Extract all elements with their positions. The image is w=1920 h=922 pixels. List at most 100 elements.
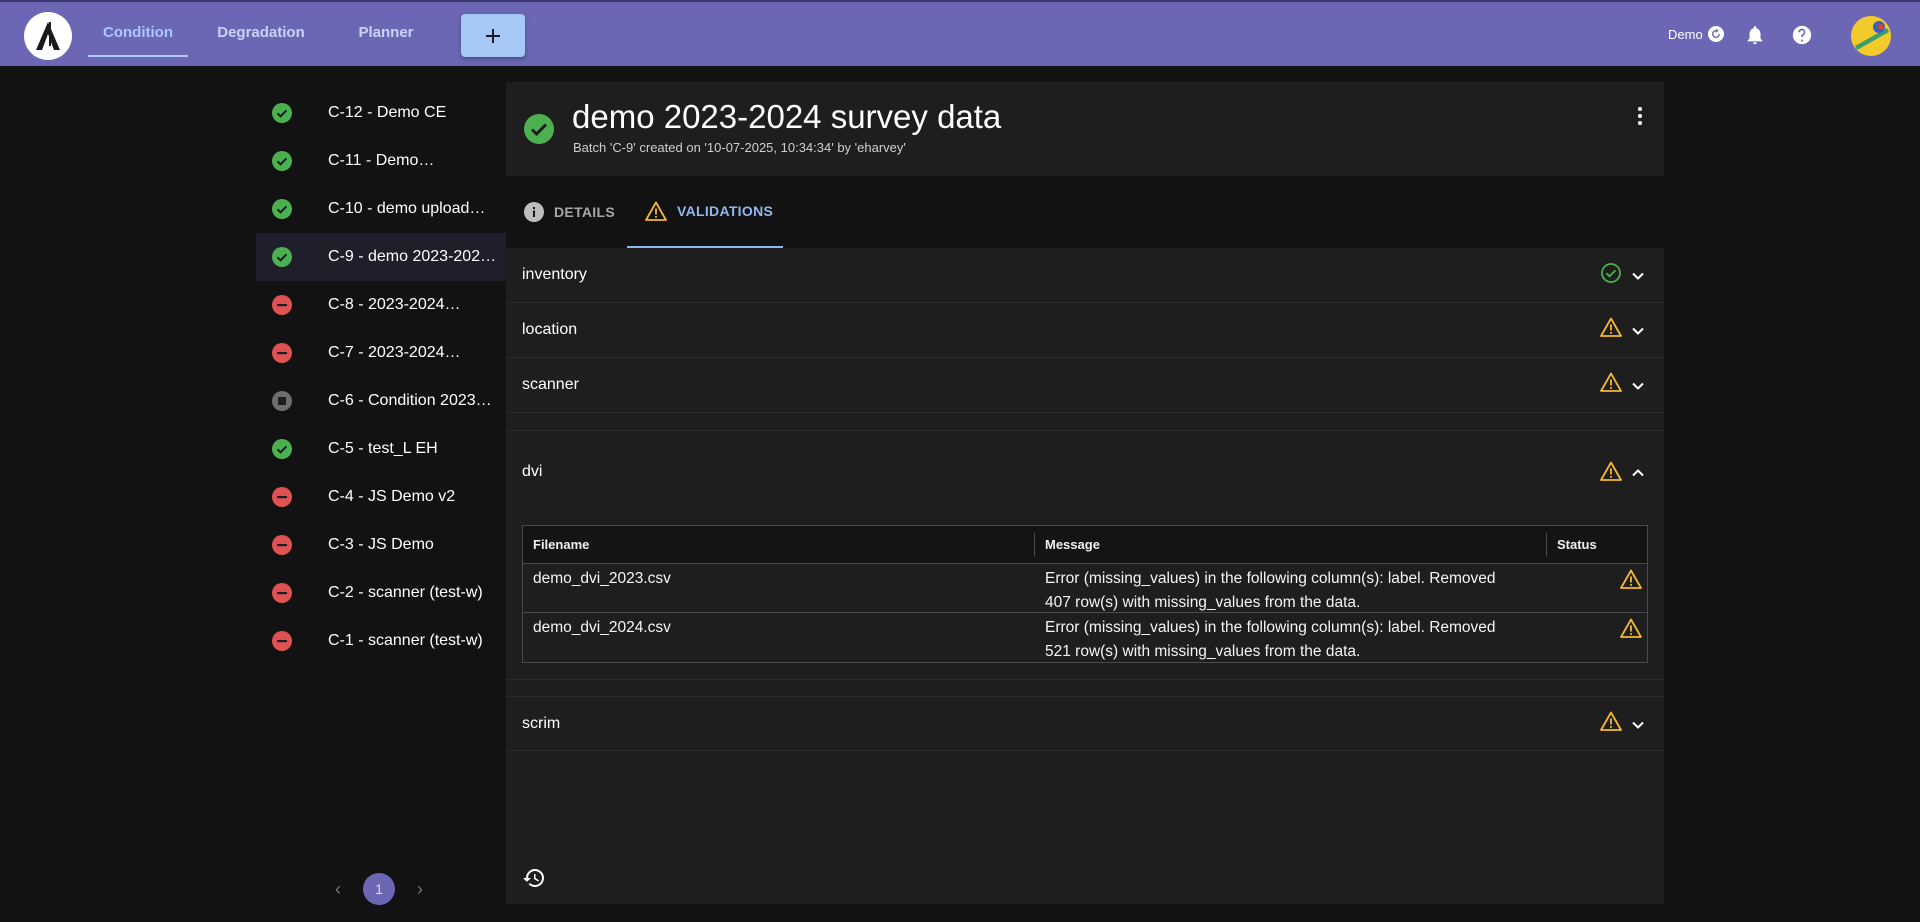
section-title: inventory: [522, 266, 587, 283]
batch-list-item[interactable]: C-6 - Condition 2023…: [256, 377, 506, 425]
chevron-right-icon[interactable]: ›: [417, 879, 423, 900]
accordion-header[interactable]: location: [506, 303, 1664, 358]
avatar[interactable]: [1851, 16, 1891, 56]
info-icon: [524, 202, 544, 222]
accordion-header[interactable]: scanner: [506, 358, 1664, 413]
accordion-header[interactable]: dvi: [506, 431, 1664, 511]
batch-label: C-3 - JS Demo: [328, 536, 434, 553]
accordion-header[interactable]: scrim: [506, 697, 1664, 752]
batch-label: C-1 - scanner (test-w): [328, 632, 483, 649]
batch-list-item[interactable]: C-11 - Demo…: [256, 137, 506, 185]
add-button[interactable]: [461, 14, 525, 57]
section-title: dvi: [522, 463, 543, 480]
batch-label: C-11 - Demo…: [328, 152, 435, 169]
batch-label: C-6 - Condition 2023…: [328, 392, 492, 409]
batch-label: C-10 - demo upload…: [328, 200, 486, 217]
table-row[interactable]: demo_dvi_2024.csv Error (missing_values)…: [523, 613, 1647, 662]
batch-list-item[interactable]: C-3 - JS Demo: [256, 521, 506, 569]
stopped-square-icon: [272, 391, 292, 411]
success-check-icon: [272, 151, 292, 171]
message-cell-line2: 521 row(s) with missing_values from the …: [1045, 643, 1361, 660]
nav-tab-degradation[interactable]: Degradation: [208, 2, 314, 57]
filename-cell: demo_dvi_2024.csv: [533, 619, 671, 636]
column-divider: [1546, 533, 1547, 557]
column-header-filename: Filename: [533, 537, 590, 552]
batch-label: C-2 - scanner (test-w): [328, 584, 483, 601]
nav-tab-planner[interactable]: Planner: [346, 2, 426, 57]
message-cell-line2: 407 row(s) with missing_values from the …: [1045, 594, 1361, 611]
warning-icon: [1620, 569, 1642, 589]
success-check-icon: [272, 103, 292, 123]
warning-icon: [1600, 317, 1622, 337]
accordion-header[interactable]: inventory: [506, 248, 1664, 303]
batch-list-item[interactable]: C-8 - 2023-2024…: [256, 281, 506, 329]
refresh-icon: [1707, 26, 1724, 42]
warning-icon: [1600, 372, 1622, 392]
batch-list-item[interactable]: C-1 - scanner (test-w): [256, 617, 506, 665]
user-selector[interactable]: Demo: [1668, 26, 1724, 42]
more-vert-icon[interactable]: [1630, 104, 1650, 128]
section-title: location: [522, 321, 578, 338]
batch-detail-card: demo 2023-2024 survey data Batch 'C-9' c…: [506, 82, 1664, 904]
batch-header: demo 2023-2024 survey data Batch 'C-9' c…: [506, 82, 1664, 176]
batch-label: C-12 - Demo CE: [328, 104, 447, 121]
chevron-up-icon: [1632, 469, 1644, 477]
section-title: scrim: [522, 715, 561, 732]
batch-list-item[interactable]: C-10 - demo upload…: [256, 185, 506, 233]
plus-icon: [486, 28, 500, 43]
error-minus-icon: [272, 535, 292, 555]
table-header: Filename Message Status: [523, 526, 1647, 564]
detail-tabs: DETAILS VALIDATIONS: [506, 176, 1664, 248]
success-check-icon: [272, 247, 292, 267]
logo-icon: [29, 17, 67, 55]
chevron-down-icon: [1632, 327, 1644, 335]
history-icon[interactable]: [522, 866, 546, 890]
column-divider: [1034, 533, 1035, 557]
tab-label: VALIDATIONS: [677, 203, 774, 219]
batch-list-item-selected[interactable]: C-9 - demo 2023-202…: [256, 233, 506, 281]
page-title: demo 2023-2024 survey data: [572, 98, 1002, 135]
error-minus-icon: [272, 583, 292, 603]
batch-label: C-9 - demo 2023-202…: [328, 248, 497, 265]
batch-label: C-4 - JS Demo v2: [328, 488, 456, 505]
batch-list-sidebar: C-12 - Demo CE C-11 - Demo… C-10 - demo …: [256, 66, 506, 922]
chevron-down-icon: [1632, 721, 1644, 729]
nav-tab-condition[interactable]: Condition: [88, 2, 188, 57]
pagination: ‹ 1 ›: [335, 873, 423, 905]
warning-icon: [1600, 461, 1622, 481]
column-header-status: Status: [1557, 537, 1597, 552]
section-title: scanner: [522, 376, 579, 393]
warning-icon: [1600, 711, 1622, 731]
chevron-down-icon: [1632, 382, 1644, 390]
batch-list-item[interactable]: C-5 - test_L EH: [256, 425, 506, 473]
success-check-icon: [524, 114, 554, 144]
validation-section-inventory: inventory: [506, 248, 1664, 303]
filename-cell: demo_dvi_2023.csv: [533, 570, 671, 587]
chevron-down-icon: [1632, 272, 1644, 280]
error-minus-icon: [272, 295, 292, 315]
tab-label: DETAILS: [554, 204, 615, 220]
table-row[interactable]: demo_dvi_2023.csv Error (missing_values)…: [523, 564, 1647, 613]
chevron-left-icon[interactable]: ‹: [335, 879, 341, 900]
help-icon[interactable]: [1791, 24, 1813, 46]
tab-details[interactable]: DETAILS: [524, 176, 615, 248]
batch-list-item[interactable]: C-7 - 2023-2024…: [256, 329, 506, 377]
error-minus-icon: [272, 487, 292, 507]
avatar-image: [1851, 16, 1891, 56]
error-minus-icon: [272, 343, 292, 363]
batch-list-item[interactable]: C-12 - Demo CE: [256, 89, 506, 137]
page-button-current[interactable]: 1: [363, 873, 395, 905]
app-logo[interactable]: [24, 12, 72, 60]
batch-label: C-5 - test_L EH: [328, 440, 438, 457]
tab-validations[interactable]: VALIDATIONS: [627, 176, 783, 248]
batch-list-item[interactable]: C-2 - scanner (test-w): [256, 569, 506, 617]
warning-icon: [1620, 618, 1642, 638]
message-cell-line1: Error (missing_values) in the following …: [1045, 619, 1496, 636]
column-header-message: Message: [1045, 537, 1100, 552]
success-check-icon: [272, 199, 292, 219]
top-app-bar: Condition Degradation Planner Demo: [0, 0, 1920, 66]
batch-list-item[interactable]: C-4 - JS Demo v2: [256, 473, 506, 521]
validation-section-scanner: scanner: [506, 358, 1664, 413]
bell-icon[interactable]: [1744, 24, 1766, 46]
page-subtitle: Batch 'C-9' created on '10-07-2025, 10:3…: [573, 140, 906, 155]
